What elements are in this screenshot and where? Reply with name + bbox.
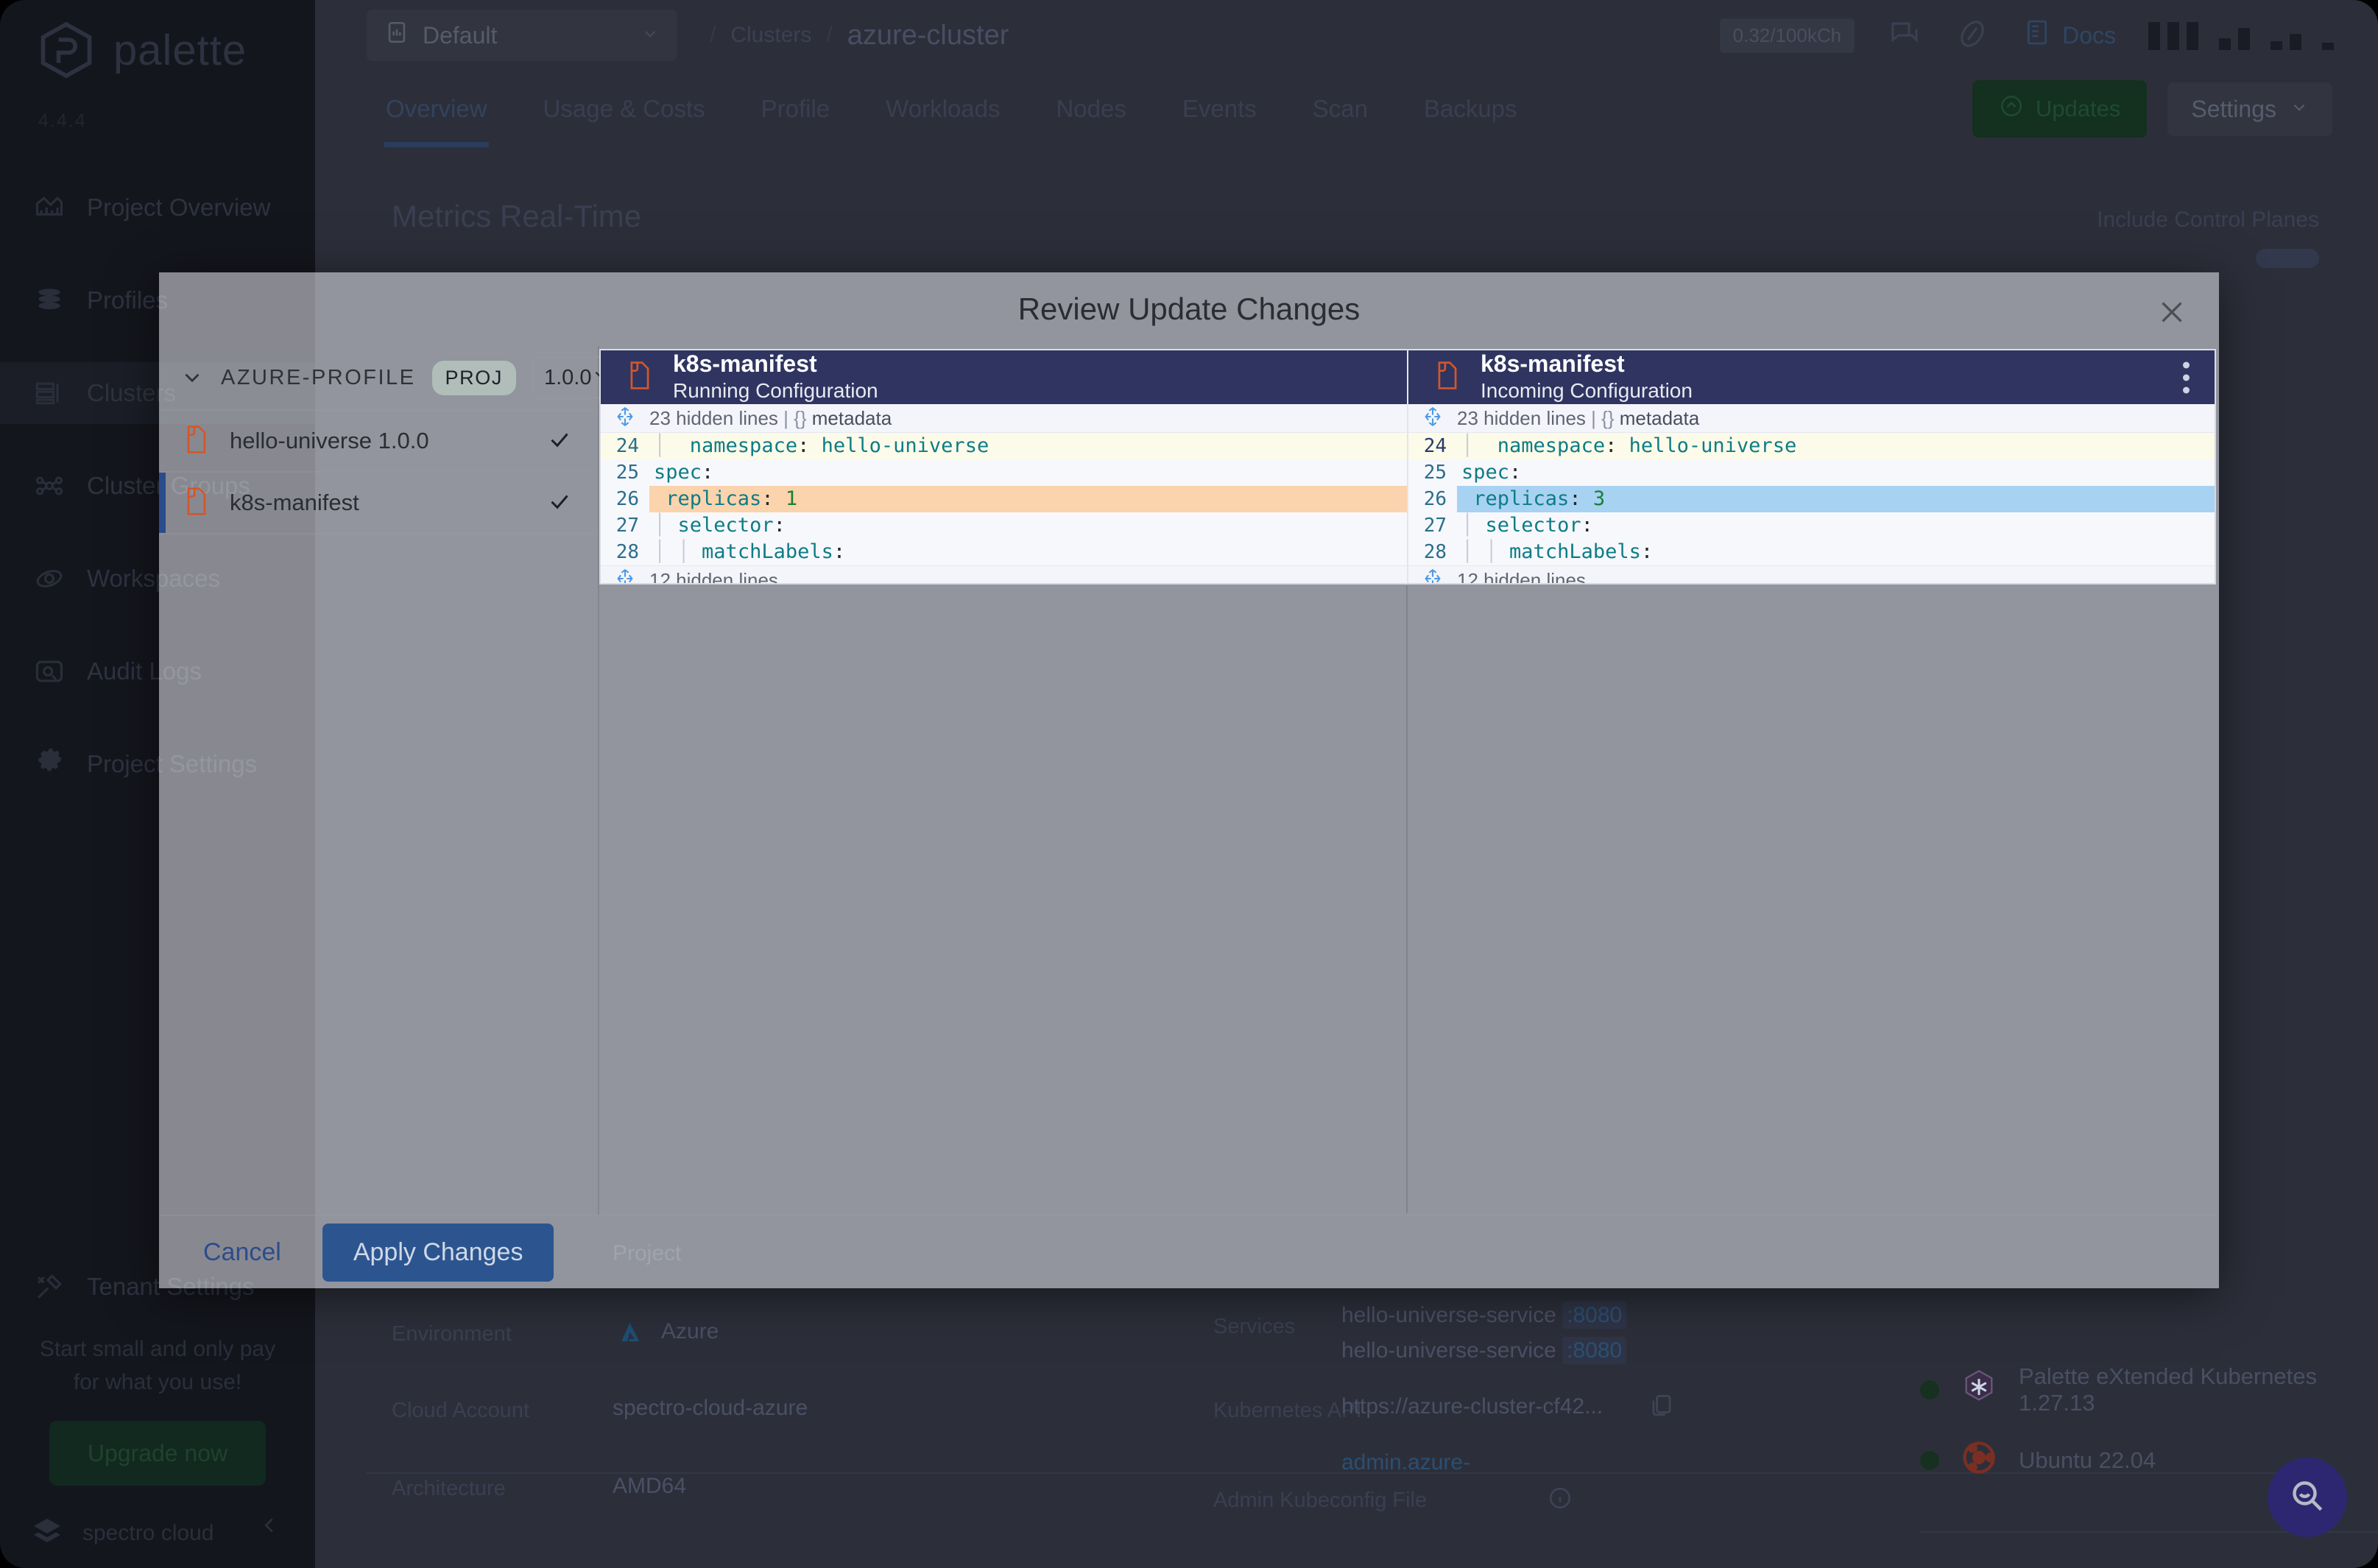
code-line: 24 │ namespace: hello-universe [601,433,1407,460]
cancel-button[interactable]: Cancel [188,1229,296,1276]
chevron-down-icon[interactable] [180,365,205,390]
fold-row-bottom[interactable]: 12 hidden lines [601,565,1407,585]
diff-body-running[interactable]: 23 hidden lines | {} metadata 24 │ names… [601,404,1407,585]
modal-footer: Cancel Apply Changes [159,1215,2219,1288]
line-number: 24 [1423,435,1447,458]
expand-icon[interactable] [1408,406,1457,430]
fold-label: 12 hidden lines [1457,568,1586,585]
diff-file-name: k8s-manifest [673,350,817,377]
diff-header-running: k8s-manifest Running Configuration [601,350,1407,405]
line-content: spec: [654,461,714,484]
app-window: palette 4.4.4 Project Overview Profiles … [0,0,2378,1568]
profile-layers-panel: AZURE-PROFILE PROJ 1.0.0 hello-universe … [159,346,623,1215]
line-content: │ │ matchLabels: [1461,540,1654,564]
manifest-file-icon [626,359,654,396]
manifest-file-icon [183,485,211,521]
fold-label: 23 hidden lines | {} metadata [649,406,892,429]
line-number: 28 [615,541,639,564]
line-content: │ namespace: hello-universe [1461,434,1797,458]
code-line: 28 │ │ matchLabels: [1408,539,2215,565]
fold-label: 12 hidden lines [649,568,778,585]
diff-file-name: k8s-manifest [1481,350,1625,377]
close-icon[interactable] [2151,292,2192,333]
line-content: spec: [1461,461,1522,484]
diff-body-incoming[interactable]: 23 hidden lines | {} metadata 24 │ names… [1408,404,2215,585]
line-number: 25 [1423,462,1447,484]
layer-row-hello-universe[interactable]: hello-universe 1.0.0 [159,411,598,473]
code-line: 27 │ selector: [1408,512,2215,539]
line-number: 28 [1423,541,1447,564]
line-content: │ selector: [654,514,786,537]
layer-row-k8s-manifest[interactable]: k8s-manifest [159,473,598,534]
diff-config-label: Incoming Configuration [1481,378,1693,402]
code-line: 28 │ │ matchLabels: [601,539,1407,565]
line-content: │ │ matchLabels: [654,540,846,564]
manifest-file-icon [1433,359,1461,396]
code-line: 24 │ namespace: hello-universe [1408,433,2215,460]
fold-row-bottom[interactable]: 12 hidden lines [1408,565,2215,585]
manifest-file-icon [183,423,211,459]
modal-header: Review Update Changes [159,272,2219,346]
line-number: 27 [615,515,639,537]
diff-viewer: k8s-manifest Running Configuration 23 hi… [599,346,2219,1215]
apply-changes-button[interactable]: Apply Changes [322,1223,554,1282]
diff-header-incoming: k8s-manifest Incoming Configuration [1408,350,2215,405]
code-line: 25 spec: [601,459,1407,486]
layer-name: hello-universe 1.0.0 [230,428,429,453]
line-number: 25 [615,462,639,484]
fold-row-top[interactable]: 23 hidden lines | {} metadata [1408,404,2215,434]
fold-label: 23 hidden lines | {} metadata [1457,406,1700,429]
modal-title: Review Update Changes [1017,292,1361,326]
line-number: 27 [1423,515,1447,537]
line-number: 24 [615,435,639,458]
check-icon [546,488,573,518]
diff-side-running: k8s-manifest Running Configuration 23 hi… [601,350,1407,583]
line-number: 26 [615,488,639,511]
expand-icon[interactable] [1408,568,1457,583]
diff-center-divider [1406,586,1408,1213]
line-number: 26 [1423,488,1447,511]
modal-body: AZURE-PROFILE PROJ 1.0.0 hello-universe … [159,346,2219,1215]
layer-name: k8s-manifest [230,490,359,515]
code-line: 25 spec: [1408,459,2215,486]
line-content: replicas: 1 [649,486,1407,513]
code-line-added: 26 replicas: 3 [1408,486,2215,513]
scope-badge: PROJ [431,360,516,395]
diff-config-label: Running Configuration [673,378,878,402]
more-options-icon[interactable] [2183,361,2190,394]
profile-header[interactable]: AZURE-PROFILE PROJ 1.0.0 [159,346,623,411]
line-content: replicas: 3 [1457,486,2215,513]
diff-card: k8s-manifest Running Configuration 23 hi… [599,349,2216,585]
expand-icon[interactable] [601,568,649,583]
line-content: │ namespace: hello-universe [654,434,989,458]
fold-row-top[interactable]: 23 hidden lines | {} metadata [601,404,1407,434]
check-icon [546,426,573,456]
profile-version-value: 1.0.0 [543,365,592,389]
expand-icon[interactable] [601,406,649,430]
profile-name: AZURE-PROFILE [221,365,416,389]
diff-side-incoming: k8s-manifest Incoming Configuration 23 h… [1407,350,2215,583]
review-update-changes-dialog: Review Update Changes AZURE-PROFILE PROJ… [159,272,2219,1288]
code-line: 27 │ selector: [601,512,1407,539]
line-content: │ selector: [1461,514,1593,537]
code-line-removed: 26 replicas: 1 [601,486,1407,513]
